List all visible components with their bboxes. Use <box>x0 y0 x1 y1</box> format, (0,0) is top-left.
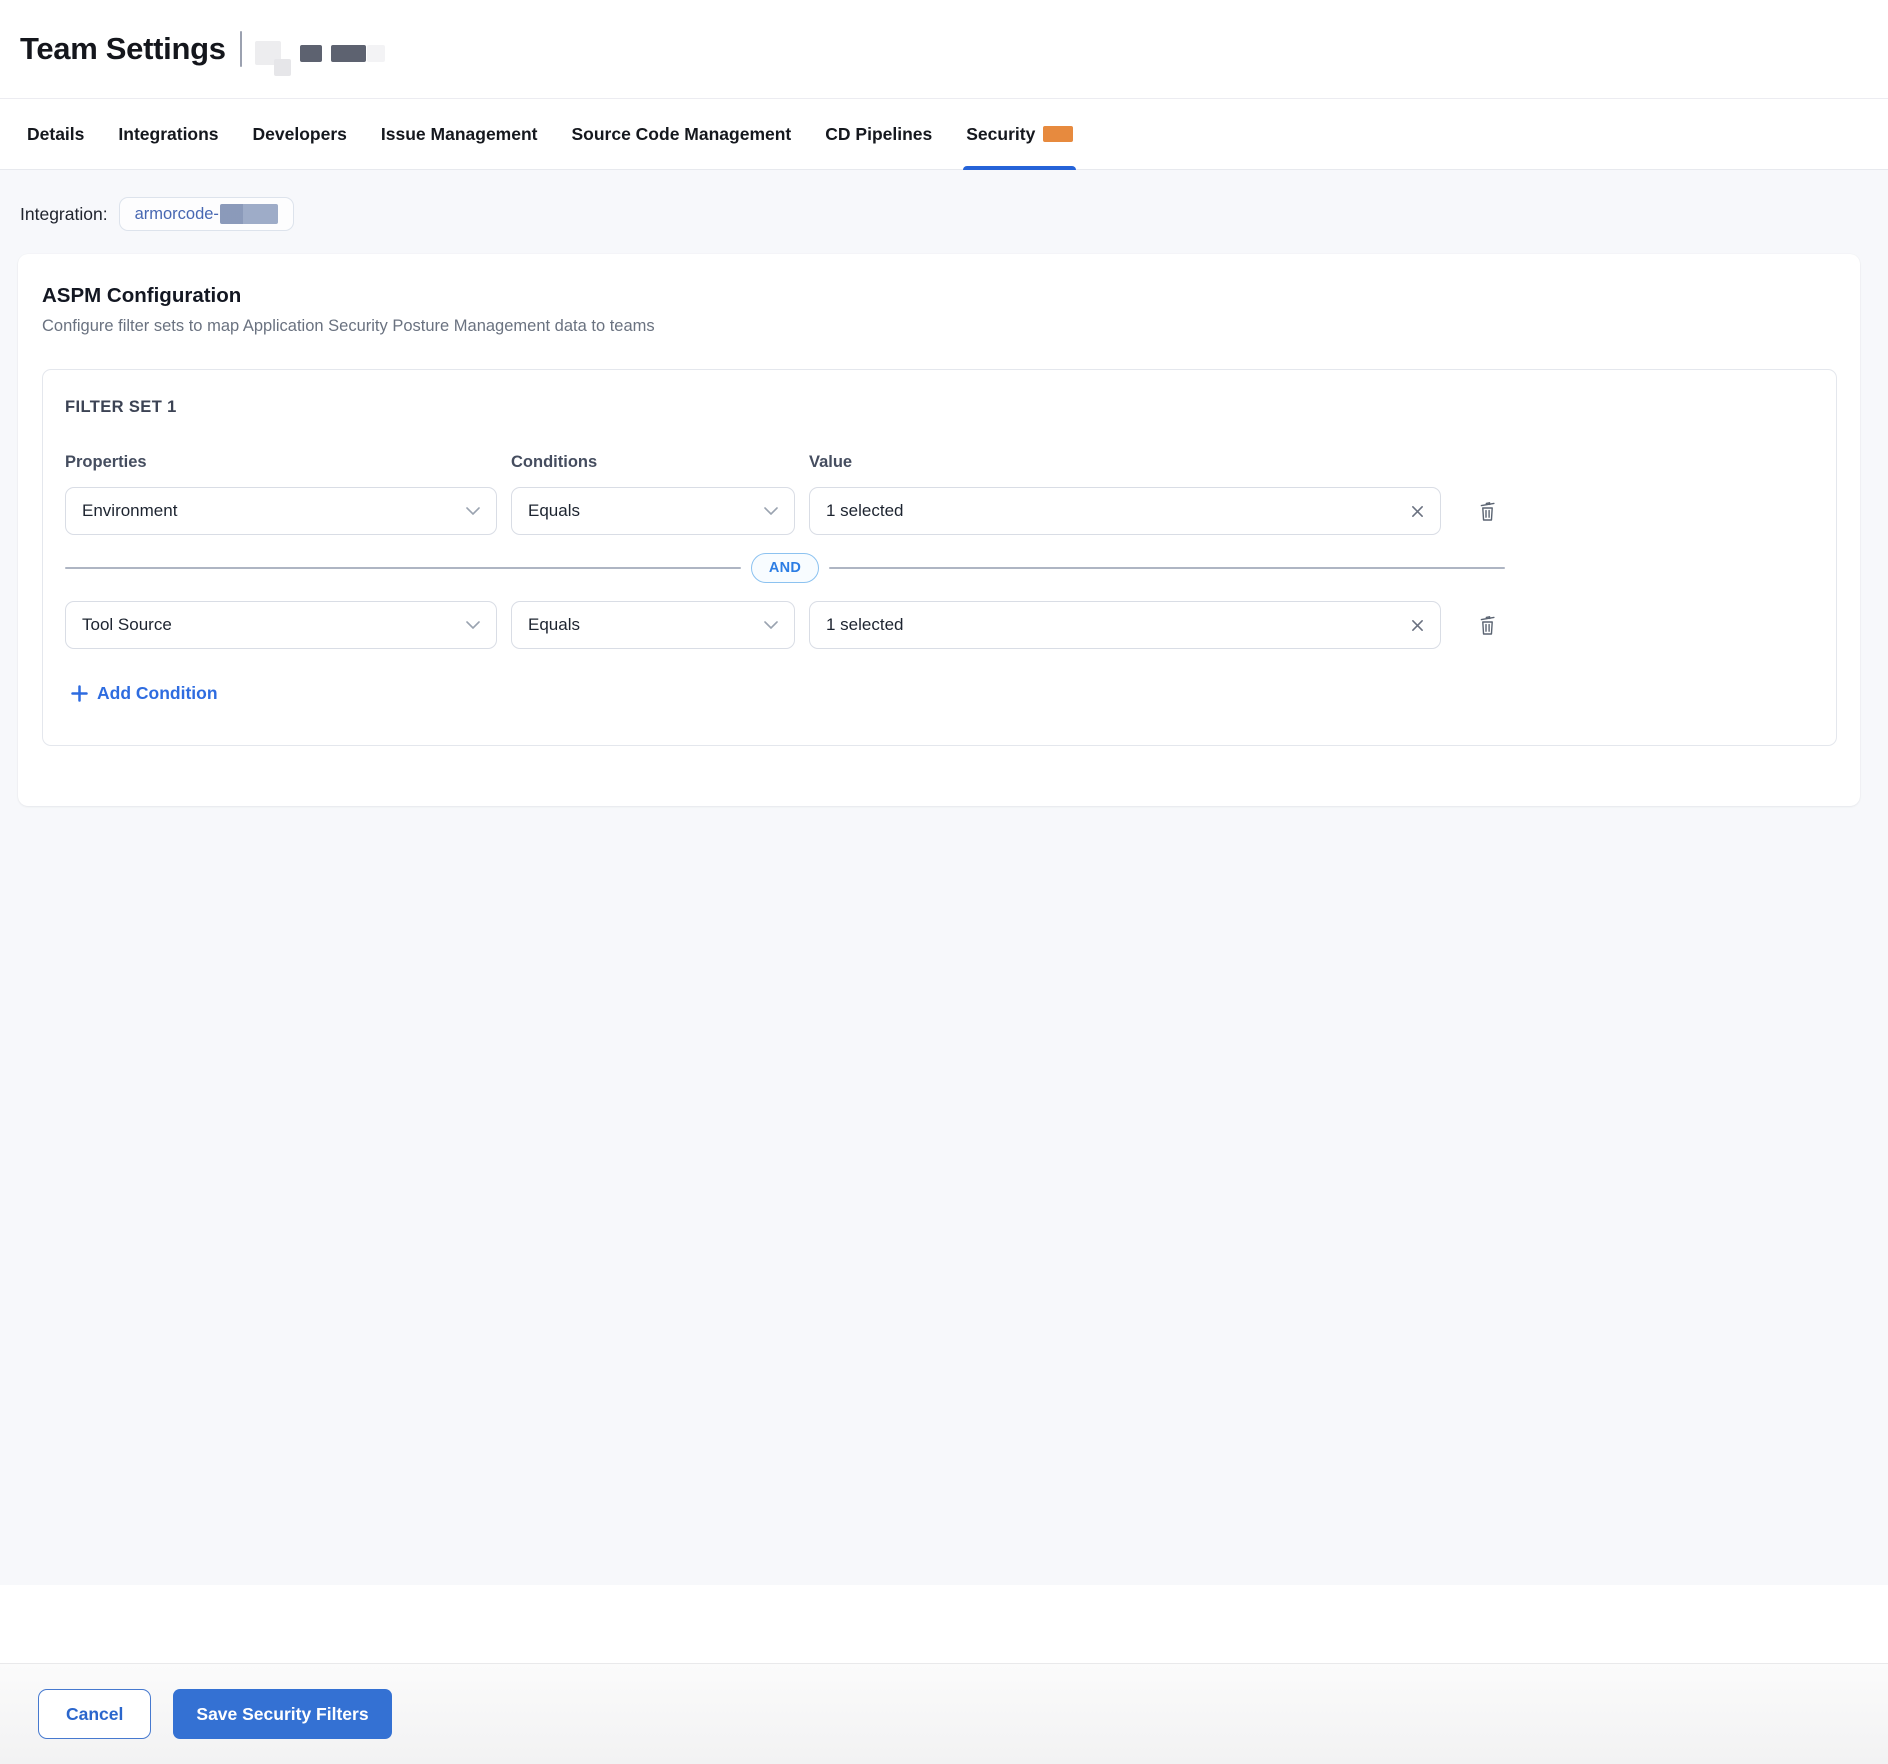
redacted-count-badge <box>1043 126 1073 142</box>
redacted-team-name <box>255 39 385 63</box>
redacted-block <box>331 45 366 62</box>
column-header-value: Value <box>809 453 1441 487</box>
value-selected-count: 1 selected <box>826 501 904 521</box>
divider-line <box>829 567 1505 569</box>
trash-icon <box>1477 614 1498 637</box>
security-tab-panel: Integration: armorcode- ASPM Configurati… <box>0 170 1888 1585</box>
redacted-block <box>274 59 291 76</box>
filter-set-title: FILTER SET 1 <box>65 398 1814 417</box>
tab-details[interactable]: Details <box>27 99 84 169</box>
chevron-down-icon <box>466 621 480 629</box>
property-select[interactable]: Tool Source <box>65 601 497 649</box>
x-icon <box>1411 505 1424 518</box>
save-security-filters-button[interactable]: Save Security Filters <box>173 1689 391 1739</box>
integration-row: Integration: armorcode- <box>20 196 1870 232</box>
divider-line <box>65 567 741 569</box>
integration-label: Integration: <box>20 204 108 225</box>
title-separator <box>240 31 242 67</box>
filter-row: Tool Source Equals 1 selected <box>65 601 1814 649</box>
delete-condition-button[interactable] <box>1472 608 1502 642</box>
value-multiselect[interactable]: 1 selected <box>809 601 1441 649</box>
add-condition-button[interactable]: Add Condition <box>71 683 218 704</box>
column-header-properties: Properties <box>65 453 497 487</box>
clear-value-button[interactable] <box>1411 619 1424 632</box>
value-selected-count: 1 selected <box>826 615 904 635</box>
tab-security[interactable]: Security <box>966 99 1073 169</box>
column-header-conditions: Conditions <box>511 453 795 487</box>
add-condition-label: Add Condition <box>97 683 218 704</box>
property-select[interactable]: Environment <box>65 487 497 535</box>
property-select-value: Tool Source <box>82 615 172 635</box>
x-icon <box>1411 619 1424 632</box>
aspm-title: ASPM Configuration <box>42 284 1837 308</box>
and-operator-pill: AND <box>751 553 819 583</box>
condition-select-value: Equals <box>528 501 580 521</box>
tab-issue-management[interactable]: Issue Management <box>381 99 538 169</box>
property-select-value: Environment <box>82 501 177 521</box>
delete-condition-button[interactable] <box>1472 494 1502 528</box>
trash-icon <box>1477 500 1498 523</box>
page-title: Team Settings <box>20 31 226 67</box>
redacted-block <box>300 45 322 62</box>
redacted-block <box>367 45 385 62</box>
filter-set-1: FILTER SET 1 Properties Conditions Value… <box>42 369 1837 746</box>
content-bottom-spacer <box>0 1585 1888 1663</box>
redacted-block <box>220 204 278 224</box>
condition-select[interactable]: Equals <box>511 487 795 535</box>
filter-column-headers: Properties Conditions Value <box>65 453 1814 487</box>
integration-chip[interactable]: armorcode- <box>119 197 294 231</box>
aspm-subtitle: Configure filter sets to map Application… <box>42 317 1837 336</box>
value-multiselect[interactable]: 1 selected <box>809 487 1441 535</box>
tab-developers[interactable]: Developers <box>253 99 347 169</box>
filter-row: Environment Equals 1 selected <box>65 487 1814 535</box>
chevron-down-icon <box>764 507 778 515</box>
action-bar: Cancel Save Security Filters <box>0 1663 1888 1764</box>
tab-cd-pipelines[interactable]: CD Pipelines <box>825 99 932 169</box>
tab-source-code-management[interactable]: Source Code Management <box>571 99 791 169</box>
plus-icon <box>71 685 88 702</box>
and-separator: AND <box>65 553 1505 583</box>
page-header: Team Settings <box>0 0 1888 99</box>
chevron-down-icon <box>764 621 778 629</box>
aspm-configuration-card: ASPM Configuration Configure filter sets… <box>18 254 1860 806</box>
condition-select-value: Equals <box>528 615 580 635</box>
tab-integrations[interactable]: Integrations <box>118 99 218 169</box>
chevron-down-icon <box>466 507 480 515</box>
tab-bar: Details Integrations Developers Issue Ma… <box>0 99 1888 170</box>
condition-select[interactable]: Equals <box>511 601 795 649</box>
clear-value-button[interactable] <box>1411 505 1424 518</box>
integration-chip-text: armorcode- <box>135 205 219 224</box>
cancel-button[interactable]: Cancel <box>38 1689 151 1739</box>
